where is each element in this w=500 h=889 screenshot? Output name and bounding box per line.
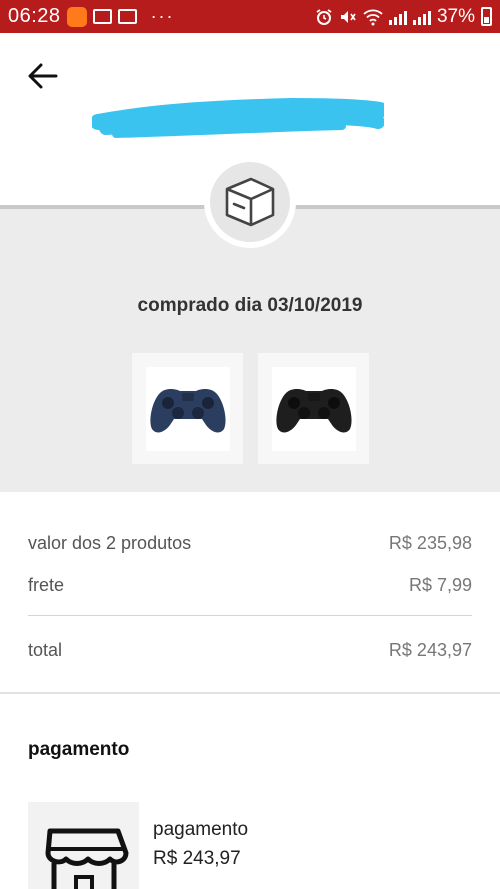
status-right: 37% [315, 6, 492, 28]
battery-icon [481, 7, 492, 26]
payment-method-label: pagamento [153, 819, 249, 840]
back-button[interactable] [22, 58, 62, 94]
wifi-icon [363, 9, 383, 25]
signal-icon-1 [388, 9, 407, 25]
total-row: total R$ 243,97 [28, 640, 472, 661]
arrow-left-icon [28, 63, 58, 89]
alarm-icon [316, 8, 332, 25]
total-label: total [28, 640, 63, 660]
freight-amount: R$ 7,99 [408, 575, 472, 595]
order-status-badge [204, 156, 296, 248]
payment-method-icon-box [28, 802, 139, 889]
storefront-icon [45, 828, 128, 889]
freight-label: frete [28, 575, 65, 595]
notification-mail-icon [92, 9, 112, 24]
status-time: 06:28 [8, 5, 61, 27]
package-box-icon [225, 177, 275, 227]
status-bar: 06:28 ··· 37% [0, 0, 500, 33]
notification-app-icon [66, 6, 87, 27]
more-notifications-icon: ··· [150, 6, 175, 26]
products-value-row: valor dos 2 produtos R$ 235,98 [28, 533, 472, 554]
product-thumbnail[interactable] [258, 353, 369, 464]
order-id-redaction [92, 98, 384, 138]
payment-method-amount: R$ 243,97 [153, 848, 241, 869]
purchase-date: comprado dia 03/10/2019 [137, 295, 363, 316]
section-divider [0, 692, 500, 694]
total-amount: R$ 243,97 [388, 640, 472, 660]
order-status-badge-inner [210, 162, 290, 242]
products-value-amount: R$ 235,98 [388, 533, 472, 553]
gamepad-blue-image [149, 388, 226, 432]
status-left: 06:28 ··· [8, 5, 175, 28]
product-image-frame [145, 366, 230, 451]
products-value-label: valor dos 2 produtos [28, 533, 192, 553]
product-image-frame [271, 366, 356, 451]
notification-gallery-icon [117, 9, 137, 24]
payment-section-title: pagamento [28, 739, 130, 760]
order-products-section [0, 205, 500, 492]
freight-row: frete R$ 7,99 [28, 575, 472, 596]
mute-icon [340, 10, 356, 23]
battery-percent: 37% [436, 5, 475, 27]
summary-divider [28, 615, 472, 616]
gamepad-black-image [275, 388, 352, 432]
signal-icon-2 [412, 9, 431, 25]
product-thumbnail[interactable] [132, 353, 243, 464]
